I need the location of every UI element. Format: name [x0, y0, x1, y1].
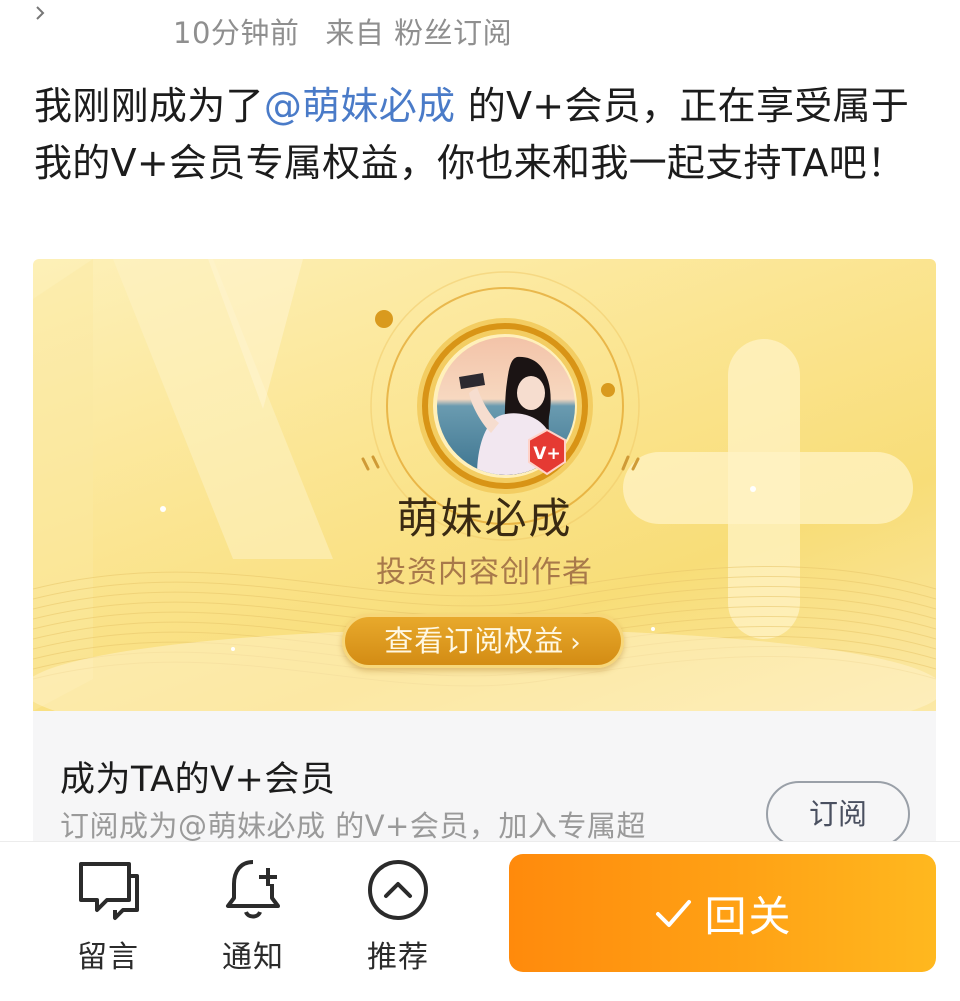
comment-button[interactable]: 留言 — [58, 854, 158, 976]
vplus-badge-icon: V+ — [528, 428, 566, 476]
chevron-up-circle-icon — [368, 860, 428, 920]
bottom-toolbar: 留言 通知 推荐 回关 — [0, 841, 960, 1001]
vplus-card[interactable]: V+ 萌妹必成 投资内容创作者 查看订阅权益 › — [33, 259, 936, 711]
post-source: 来自 粉丝订阅 — [325, 16, 513, 50]
recommend-button[interactable]: 推荐 — [348, 854, 448, 976]
post-time: 10分钟前 — [173, 16, 300, 50]
svg-text:V+: V+ — [533, 444, 560, 464]
post-text-before: 我刚刚成为了 — [34, 84, 264, 128]
creator-name: 萌妹必成 — [396, 494, 573, 543]
subscribe-description: 订阅成为@萌妹必成 的V+会员，加入专属超 — [60, 809, 646, 843]
comment-icon — [79, 862, 139, 920]
bell-plus-icon — [226, 860, 280, 919]
post-text: 我刚刚成为了@萌妹必成 的V+会员，正在享受属于我的V+会员专属权益，你也来和我… — [34, 78, 914, 192]
avatar-frame — [405, 301, 605, 501]
post-meta: 10分钟前 来自 粉丝订阅 — [173, 10, 512, 52]
back-chevron-icon[interactable] — [34, 4, 48, 24]
follow-back-button[interactable]: 回关 — [509, 854, 936, 972]
chevron-right-icon: › — [570, 628, 582, 658]
notify-label: 通知 — [222, 940, 284, 975]
check-icon — [656, 900, 692, 927]
subscribe-title: 成为TA的V+会员 — [60, 760, 336, 800]
notify-button[interactable]: 通知 — [203, 854, 303, 976]
subscribe-button[interactable]: 订阅 — [766, 781, 910, 847]
follow-back-label: 回关 — [704, 891, 793, 941]
mention-link[interactable]: @萌妹必成 — [264, 84, 456, 128]
creator-role: 投资内容创作者 — [376, 555, 593, 590]
view-benefits-label: 查看订阅权益 — [384, 624, 565, 658]
comment-label: 留言 — [77, 940, 139, 975]
subscribe-section: 成为TA的V+会员 订阅成为@萌妹必成 的V+会员，加入专属超 订阅 — [33, 711, 936, 847]
recommend-label: 推荐 — [367, 940, 429, 975]
view-benefits-button[interactable]: 查看订阅权益 › — [342, 614, 624, 668]
